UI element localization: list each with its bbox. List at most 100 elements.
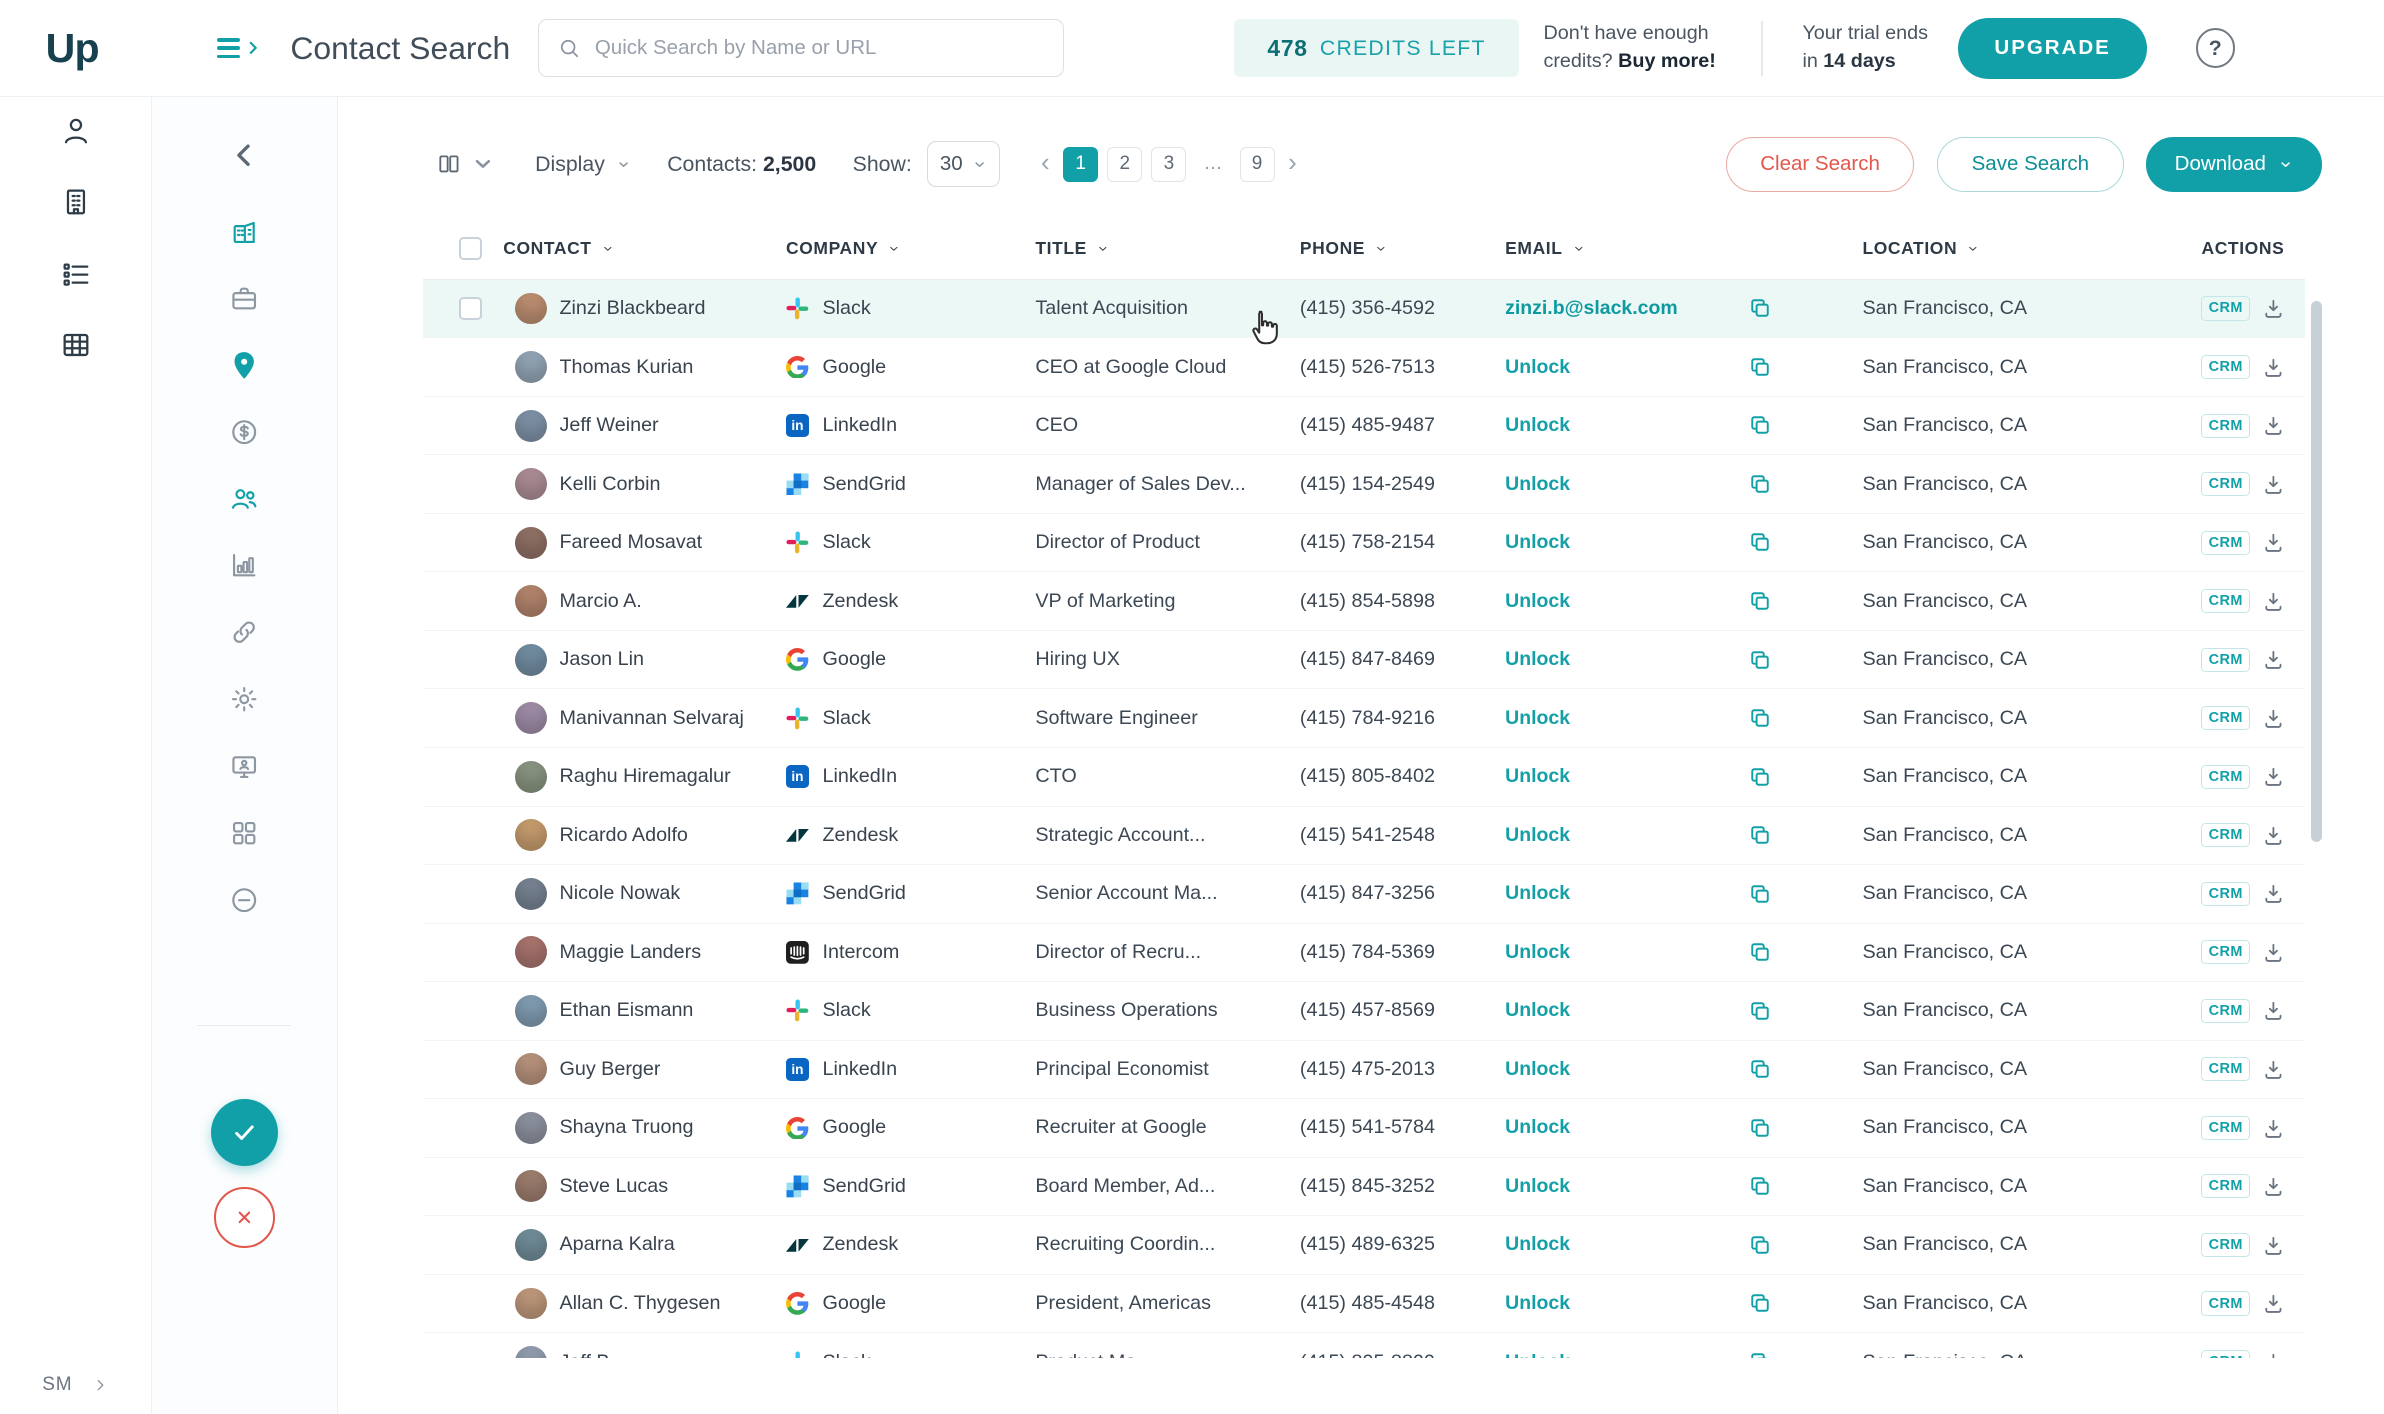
table-row[interactable]: Marcio A.ZendeskVP of Marketing(415) 854… bbox=[423, 572, 2305, 631]
crm-button[interactable]: CRM bbox=[2201, 882, 2249, 906]
unlock-button[interactable]: Unlock bbox=[1505, 999, 1570, 1021]
contact-name[interactable]: Manivannan Selvaraj bbox=[559, 707, 743, 730]
unlock-button[interactable]: Unlock bbox=[1505, 648, 1570, 670]
table-row[interactable]: Fareed MosavatSlackDirector of Product(4… bbox=[423, 514, 2305, 573]
table-row[interactable]: Jeff WeinerinLinkedInCEO(415) 485-9487Un… bbox=[423, 397, 2305, 456]
contact-name[interactable]: Allan C. Thygesen bbox=[559, 1292, 720, 1315]
unlock-button[interactable]: Unlock bbox=[1505, 531, 1570, 553]
sidebar-item-table[interactable] bbox=[42, 312, 109, 379]
crm-button[interactable]: CRM bbox=[2201, 531, 2249, 555]
rail-item-location-pin[interactable] bbox=[211, 331, 278, 398]
rail-item-building[interactable] bbox=[211, 198, 278, 265]
download-contact-icon[interactable] bbox=[2262, 999, 2285, 1022]
copy-icon[interactable] bbox=[1748, 706, 1772, 730]
table-scrollbar[interactable] bbox=[2311, 301, 2322, 842]
unlock-button[interactable]: Unlock bbox=[1505, 356, 1570, 378]
upgrade-button[interactable]: UPGRADE bbox=[1958, 18, 2147, 79]
sidebar-item-list[interactable] bbox=[42, 240, 109, 307]
table-row[interactable]: Steve LucasSendGridBoard Member, Ad...(4… bbox=[423, 1158, 2305, 1217]
download-contact-icon[interactable] bbox=[2262, 824, 2285, 847]
rail-item-link[interactable] bbox=[211, 599, 278, 666]
brand-logo[interactable]: Up bbox=[0, 25, 152, 72]
column-header-phone[interactable]: PHONE bbox=[1300, 238, 1505, 259]
unlock-button[interactable]: Unlock bbox=[1505, 1292, 1570, 1314]
crm-button[interactable]: CRM bbox=[2201, 1057, 2249, 1081]
crm-button[interactable]: CRM bbox=[2201, 706, 2249, 730]
rail-item-apps[interactable] bbox=[211, 800, 278, 867]
column-header-company[interactable]: COMPANY bbox=[786, 238, 1035, 259]
contact-name[interactable]: Steve Lucas bbox=[559, 1175, 668, 1198]
column-header-title[interactable]: TITLE bbox=[1035, 238, 1300, 259]
crm-button[interactable]: CRM bbox=[2201, 472, 2249, 496]
contact-name[interactable]: Marcio A. bbox=[559, 590, 641, 613]
quick-search-box[interactable] bbox=[538, 19, 1064, 77]
rail-item-chart[interactable] bbox=[211, 532, 278, 599]
pagination-next[interactable]: › bbox=[1284, 151, 1302, 177]
crm-button[interactable]: CRM bbox=[2201, 1350, 2249, 1358]
crm-button[interactable]: CRM bbox=[2201, 1291, 2249, 1315]
save-search-button[interactable]: Save Search bbox=[1937, 137, 2123, 192]
unlock-button[interactable]: Unlock bbox=[1505, 707, 1570, 729]
crm-button[interactable]: CRM bbox=[2201, 1233, 2249, 1257]
copy-icon[interactable] bbox=[1748, 1057, 1772, 1081]
download-contact-icon[interactable] bbox=[2262, 1117, 2285, 1140]
contact-name[interactable]: Thomas Kurian bbox=[559, 356, 693, 379]
download-contact-icon[interactable] bbox=[2262, 1292, 2285, 1315]
download-contact-icon[interactable] bbox=[2262, 356, 2285, 379]
download-contact-icon[interactable] bbox=[2262, 414, 2285, 437]
download-contact-icon[interactable] bbox=[2262, 1058, 2285, 1081]
unlock-button[interactable]: Unlock bbox=[1505, 1058, 1570, 1080]
unlock-button[interactable]: Unlock bbox=[1505, 1351, 1570, 1358]
table-row[interactable]: Ricardo AdolfoZendeskStrategic Account..… bbox=[423, 807, 2305, 866]
unlock-button[interactable]: Unlock bbox=[1505, 1116, 1570, 1138]
contact-name[interactable]: Jeff Weiner bbox=[559, 414, 658, 437]
column-settings-button[interactable] bbox=[436, 151, 495, 177]
rail-item-dollar[interactable] bbox=[211, 398, 278, 465]
download-contact-icon[interactable] bbox=[2262, 882, 2285, 905]
contact-name[interactable]: Jason Lin bbox=[559, 648, 644, 671]
download-contact-icon[interactable] bbox=[2262, 648, 2285, 671]
unlock-button[interactable]: Unlock bbox=[1505, 414, 1570, 436]
copy-icon[interactable] bbox=[1748, 1291, 1772, 1315]
table-row[interactable]: Kelli CorbinSendGridManager of Sales Dev… bbox=[423, 455, 2305, 514]
download-contact-icon[interactable] bbox=[2262, 590, 2285, 613]
download-contact-icon[interactable] bbox=[2262, 941, 2285, 964]
table-row[interactable]: Shayna TruongGoogleRecruiter at Google(4… bbox=[423, 1099, 2305, 1158]
copy-icon[interactable] bbox=[1748, 1174, 1772, 1198]
pagination-page-2[interactable]: 2 bbox=[1107, 147, 1142, 182]
copy-icon[interactable] bbox=[1748, 589, 1772, 613]
download-contact-icon[interactable] bbox=[2262, 1175, 2285, 1198]
copy-icon[interactable] bbox=[1748, 823, 1772, 847]
unlock-button[interactable]: Unlock bbox=[1505, 882, 1570, 904]
unlock-button[interactable]: Unlock bbox=[1505, 590, 1570, 612]
sidebar-item-person[interactable] bbox=[42, 97, 109, 164]
contact-name[interactable]: Ricardo Adolfo bbox=[559, 824, 687, 847]
contact-name[interactable]: Maggie Landers bbox=[559, 941, 701, 964]
unlock-button[interactable]: Unlock bbox=[1505, 1233, 1570, 1255]
display-dropdown[interactable]: Display bbox=[535, 152, 631, 177]
column-header-email[interactable]: EMAIL bbox=[1505, 238, 1862, 259]
pagination-page-3[interactable]: 3 bbox=[1151, 147, 1186, 182]
sidebar-item-company[interactable] bbox=[42, 169, 109, 236]
rail-item-gear[interactable] bbox=[211, 666, 278, 733]
table-row[interactable]: Guy BergerinLinkedInPrincipal Economist(… bbox=[423, 1041, 2305, 1100]
table-row[interactable]: Manivannan SelvarajSlackSoftware Enginee… bbox=[423, 689, 2305, 748]
table-row[interactable]: Jason LinGoogleHiring UX(415) 847-8469Un… bbox=[423, 631, 2305, 690]
contact-name[interactable]: Fareed Mosavat bbox=[559, 531, 702, 554]
rail-item-people[interactable] bbox=[211, 465, 278, 532]
contact-name[interactable]: Raghu Hiremagalur bbox=[559, 765, 730, 788]
copy-icon[interactable] bbox=[1748, 940, 1772, 964]
confirm-button[interactable] bbox=[211, 1099, 278, 1166]
table-row[interactable]: Ethan EismannSlackBusiness Operations(41… bbox=[423, 982, 2305, 1041]
copy-icon[interactable] bbox=[1748, 1350, 1772, 1358]
table-row[interactable]: Aparna KalraZendeskRecruiting Coordin...… bbox=[423, 1216, 2305, 1275]
unlock-button[interactable]: Unlock bbox=[1505, 765, 1570, 787]
copy-icon[interactable] bbox=[1748, 355, 1772, 379]
select-all-checkbox[interactable] bbox=[459, 237, 482, 260]
crm-button[interactable]: CRM bbox=[2201, 765, 2249, 789]
rail-item-minus-circle[interactable] bbox=[211, 867, 278, 934]
pagination-prev[interactable]: ‹ bbox=[1036, 151, 1054, 177]
table-row[interactable]: Jeff B...SlackProduct Ma...(415) 895-889… bbox=[423, 1333, 2305, 1357]
crm-button[interactable]: CRM bbox=[2201, 589, 2249, 613]
download-contact-icon[interactable] bbox=[2262, 707, 2285, 730]
